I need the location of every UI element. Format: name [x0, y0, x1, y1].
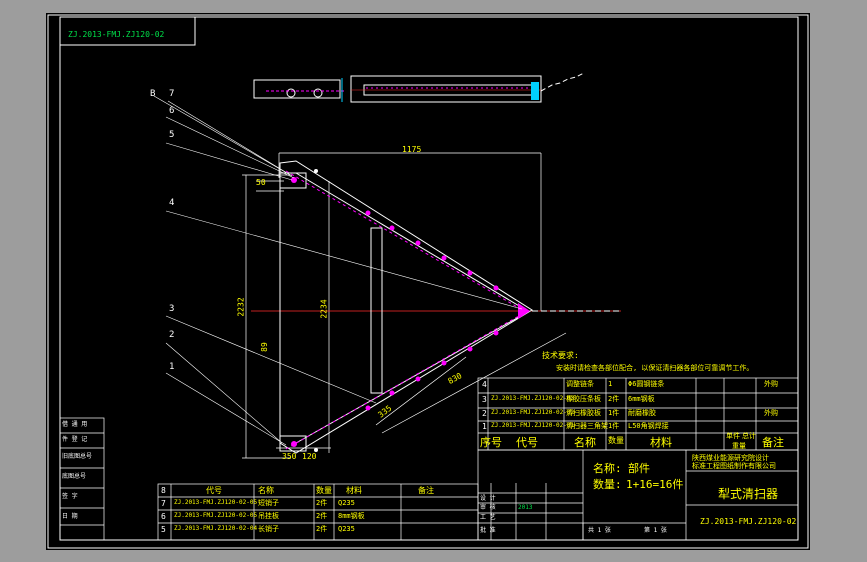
stamp-register: 件 登 记 [62, 436, 88, 443]
bom-row-name: 清扫器三角架 [566, 422, 608, 430]
bom-row-name: 吊挂板 [258, 512, 279, 520]
bom-lower-header-code: 代号 [206, 486, 222, 495]
drawing-number-top: ZJ.2013-FMJ.ZJ120-02 [68, 30, 165, 39]
bom-header-remark: 备注 [762, 436, 784, 449]
title-company-2: 标准工程图纸制作有限公司 [692, 462, 776, 470]
bom-row-no: 3 [482, 395, 487, 404]
bom-row-name: 清扫橡胶板 [566, 409, 601, 417]
bom-row-remark: 外购 [764, 380, 778, 388]
stamp-base: 底图总号 [62, 473, 87, 480]
bom-row-name: 调整链条 [566, 380, 594, 388]
bom-row-material: 8mm钢板 [338, 512, 365, 520]
stamp-date: 日 期 [62, 513, 78, 520]
callout-2: 2 [169, 330, 175, 340]
bom-header-code: 代号 [516, 436, 538, 449]
callout-1: 1 [169, 362, 175, 372]
bom-row-material: 耐磨橡胶 [628, 409, 656, 417]
bom-row-material: 6mm钢板 [628, 395, 655, 403]
bom-row-qty: 2件 [316, 525, 328, 533]
bom-header-unit-weight: 单件 [726, 432, 740, 440]
title-drawing-title: 犁式清扫器 [718, 487, 779, 501]
bom-header-total-weight: 总计 [742, 432, 756, 440]
drawing-sheet: ZJ.2013-FMJ.ZJ120-02 B 7 6 5 4 3 2 1 117… [46, 13, 810, 550]
title-design: 设 计 [480, 495, 496, 502]
bom-row-qty: 2件 [316, 512, 328, 520]
bom-row-qty: 2件 [608, 395, 620, 403]
dim-short-a: 50 [256, 178, 266, 187]
title-sheet-total: 共 1 张 [588, 527, 611, 534]
callout-5: 5 [169, 130, 175, 140]
dim-height-mid: 2234 [319, 299, 329, 319]
title-process: 工 艺 [480, 514, 496, 521]
bom-row-code: ZJ.2013-FMJ.ZJ120-02-03 [491, 395, 575, 402]
bom-lower-header-remark: 备注 [418, 486, 434, 495]
bom-row-code: ZJ.2013-FMJ.ZJ120-02-04 [174, 525, 258, 532]
bom-row-qty: 2件 [316, 499, 328, 507]
bom-row-name: 短销子 [258, 499, 279, 507]
title-part-type: 部件 [628, 462, 650, 475]
title-sheet-no: 第 1 张 [644, 527, 667, 534]
bom-header-no: 序号 [480, 436, 502, 449]
bom-row-no: 5 [161, 525, 166, 534]
bom-row-qty: 1件 [608, 422, 620, 430]
bom-lower-header-material: 材料 [346, 486, 362, 495]
callout-6: 6 [169, 106, 175, 116]
dim-bottom-a: 350 [282, 452, 297, 461]
bom-row-remark: 外购 [764, 409, 778, 417]
bom-row-no: 8 [161, 486, 166, 495]
bom-row-no: 4 [482, 380, 487, 389]
bom-row-code: ZJ.2013-FMJ.ZJ120-02-05 [174, 499, 258, 506]
bom-lower-header-name: 名称 [258, 486, 274, 495]
tech-notes-title: 技术要求: [542, 351, 579, 360]
title-check: 审 核 [480, 504, 496, 511]
bom-row-material: L50角钢焊接 [628, 422, 669, 430]
bom-header-name: 名称 [574, 436, 596, 449]
bom-header-qty: 数量 [608, 436, 624, 445]
top-view [253, 72, 585, 103]
bom-header-material: 材料 [650, 436, 672, 449]
callout-3: 3 [169, 304, 175, 314]
bom-row-code: ZJ.2013-FMJ.ZJ120-02-05 [174, 512, 258, 519]
dim-bottom-b: 120 [302, 452, 317, 461]
callout-B: B [150, 89, 156, 99]
bom-row-qty: 1件 [608, 409, 620, 417]
title-qty-value: 1+16=16件 [626, 478, 684, 491]
bom-row-code: ZJ.2013-FMJ.ZJ120-02-01 [491, 422, 575, 429]
dim-short-c: 89 [259, 342, 269, 352]
stamp-signature: 签 字 [62, 493, 78, 500]
tech-notes-line1: 安装时请检查各部位配合, 以保证清扫器各部位可靠调节工作。 [556, 364, 754, 372]
bom-row-name: 橡胶压条板 [566, 395, 601, 403]
stamp-general-use: 借 通 用 [62, 421, 88, 428]
bom-row-code: ZJ.2013-FMJ.ZJ120-02-02 [491, 409, 575, 416]
title-company-1: 陕西煤业能源研究院设计 [692, 454, 769, 462]
callout-leaders [153, 95, 523, 446]
bom-row-no: 1 [482, 422, 487, 431]
bom-row-material: Φ6圆钢链条 [628, 380, 665, 388]
callout-7: 7 [169, 89, 175, 99]
title-date: 2013 [518, 504, 533, 511]
bom-row-no: 7 [161, 499, 166, 508]
bom-row-name: 长销子 [258, 525, 279, 533]
bom-row-qty: 1 [608, 380, 613, 388]
title-drawing-number: ZJ.2013-FMJ.ZJ120-02 [700, 517, 797, 526]
callout-4: 4 [169, 198, 175, 208]
stamp-old-base: 旧底图总号 [62, 453, 93, 460]
bom-row-material: Q235 [338, 499, 355, 507]
title-qty-label: 数量: [593, 478, 622, 491]
bom-header-weight: 重量 [732, 442, 746, 450]
dim-overall-length: 1175 [402, 145, 422, 154]
bom-row-no: 6 [161, 512, 166, 521]
bom-row-material: Q235 [338, 525, 355, 533]
title-approve: 批 准 [480, 527, 496, 534]
bom-lower-header-qty: 数量 [316, 486, 332, 495]
dim-height-left: 2232 [236, 297, 246, 317]
title-part-label: 名称: [593, 462, 622, 475]
bom-row-no: 2 [482, 409, 487, 418]
